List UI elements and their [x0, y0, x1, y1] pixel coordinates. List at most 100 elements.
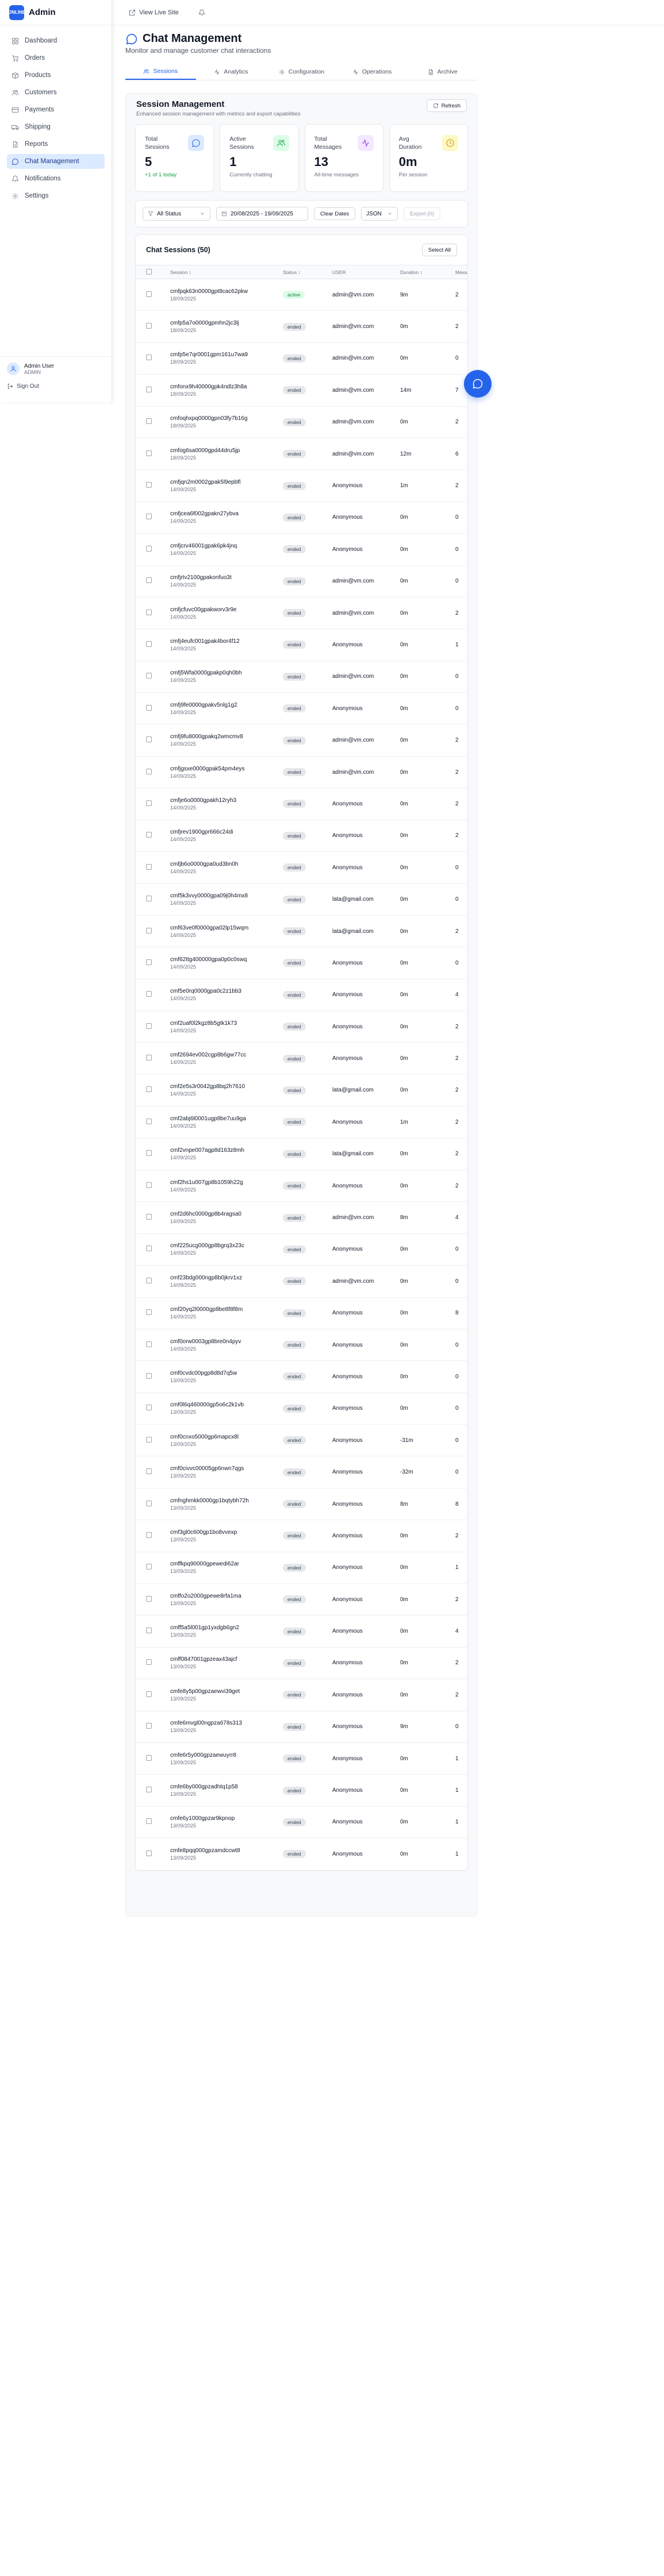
- table-row[interactable]: cmfj5Wfa0000gpakp0qh0bh 14/09/2025 ended ad…: [136, 661, 467, 693]
- row-checkbox[interactable]: [146, 545, 152, 552]
- row-checkbox[interactable]: [146, 1691, 152, 1697]
- header-session[interactable]: Session ↕: [170, 265, 283, 279]
- table-row[interactable]: cmfonx9h40000gpk4ndlz3h8a 18/09/2025 ended…: [136, 374, 467, 407]
- row-checkbox[interactable]: [146, 1055, 152, 1061]
- row-checkbox[interactable]: [146, 1532, 152, 1538]
- row-checkbox[interactable]: [146, 1500, 152, 1506]
- row-checkbox[interactable]: [146, 800, 152, 806]
- sidebar-item-dashboard[interactable]: Dashboard: [7, 33, 105, 48]
- row-checkbox[interactable]: [146, 1628, 152, 1634]
- table-row[interactable]: cmf20yq2l0000gp8be8f8f8m 14/09/2025 ended A…: [136, 1297, 467, 1329]
- row-checkbox[interactable]: [146, 863, 152, 870]
- row-checkbox[interactable]: [146, 1659, 152, 1665]
- format-select[interactable]: JSON: [361, 207, 398, 221]
- table-row[interactable]: cmff5a5l001gp1yxdgb6gn2 13/09/2025 ended An…: [136, 1615, 467, 1648]
- table-row[interactable]: cmfe6mvgl00ngpza678s313 13/09/2025 ended An…: [136, 1711, 467, 1743]
- sidebar-item-settings[interactable]: Settings: [7, 188, 105, 203]
- tab-operations[interactable]: Operations: [337, 64, 408, 80]
- tab-analytics[interactable]: Analytics: [196, 64, 267, 80]
- row-checkbox[interactable]: [146, 1023, 152, 1029]
- table-row[interactable]: cmfjgsxe0000gpak54pm4eys 14/09/2025 ended a…: [136, 756, 467, 789]
- tab-sessions[interactable]: Sessions: [125, 64, 196, 80]
- table-row[interactable]: cmf225ucg000gp8bgrq3x23c 14/09/2025 ended A…: [136, 1233, 467, 1266]
- status-select[interactable]: All Status: [143, 207, 210, 221]
- sidebar-item-notifications[interactable]: Notifications: [7, 171, 105, 186]
- bell-icon[interactable]: [198, 9, 205, 16]
- row-checkbox[interactable]: [146, 482, 152, 488]
- row-checkbox[interactable]: [146, 1214, 152, 1220]
- header-messages[interactable]: Messages: [455, 265, 467, 279]
- row-checkbox[interactable]: [146, 1150, 152, 1156]
- row-checkbox[interactable]: [146, 704, 152, 711]
- row-checkbox[interactable]: [146, 1818, 152, 1825]
- row-checkbox[interactable]: [146, 768, 152, 774]
- table-row[interactable]: cmfjrtv2100gpakonfuo3t 14/09/2025 ended adm…: [136, 565, 467, 597]
- select-all-checkbox[interactable]: [146, 268, 152, 275]
- table-row[interactable]: cmfnghmkk0000gp1bqtybh72h 13/09/2025 ended…: [136, 1488, 467, 1521]
- row-checkbox[interactable]: [146, 896, 152, 902]
- date-range-picker[interactable]: 20/08/2025 - 19/09/2025: [216, 207, 308, 221]
- table-row[interactable]: cmf2uaf0l2kgz8b5gtk1k73 14/09/2025 ended An…: [136, 1011, 467, 1043]
- row-checkbox[interactable]: [146, 291, 152, 297]
- table-row[interactable]: cmfj4eufc001gpak4bor4f12 14/09/2025 ended A…: [136, 628, 467, 661]
- sidebar-item-payments[interactable]: Payments: [7, 102, 105, 117]
- table-row[interactable]: cmfe6r5y000gpzaewuyrr8 13/09/2025 ended Ano…: [136, 1742, 467, 1775]
- table-row[interactable]: cmffkpq90000gpewedi62ar 13/09/2025 ended An…: [136, 1552, 467, 1584]
- table-row[interactable]: cmff0847001gpzeax43ajcf 13/09/2025 ended An…: [136, 1647, 467, 1680]
- row-checkbox[interactable]: [146, 991, 152, 997]
- table-row[interactable]: cmf0l6q460000gp5o6c2k1vb 13/09/2025 ended A…: [136, 1393, 467, 1425]
- table-row[interactable]: cmf2hs1u007gp8b1059h22g 14/09/2025 ended An…: [136, 1170, 467, 1202]
- row-checkbox[interactable]: [146, 1341, 152, 1347]
- table-row[interactable]: cmfjrev1900gpr666c24di 14/09/2025 ended Ano…: [136, 820, 467, 853]
- view-live-site-link[interactable]: View Live Site: [129, 9, 179, 16]
- table-row[interactable]: cmfjqn2m0002gpak5l9epbfl 14/09/2025 ended A…: [136, 469, 467, 502]
- sidebar-item-chat-management[interactable]: Chat Management: [7, 154, 105, 169]
- table-row[interactable]: cmf2d6hc0000gp8b4ragsa0 14/09/2025 ended ad…: [136, 1201, 467, 1234]
- row-checkbox[interactable]: [146, 1723, 152, 1729]
- row-checkbox[interactable]: [146, 1309, 152, 1316]
- row-checkbox[interactable]: [146, 959, 152, 965]
- row-checkbox[interactable]: [146, 1595, 152, 1602]
- row-checkbox[interactable]: [146, 514, 152, 520]
- table-row[interactable]: cmfpqk63n0000gpt8cac62pkw 18/09/2025 activ…: [136, 279, 467, 311]
- table-row[interactable]: cmf0civvc00005gp6nwn7qgs 13/09/2025 ended A…: [136, 1456, 467, 1488]
- table-row[interactable]: cmf2694ev002cgp8b6gw77cc 14/09/2025 ended A…: [136, 1042, 467, 1075]
- sidebar-item-shipping[interactable]: Shipping: [7, 119, 105, 134]
- table-row[interactable]: cmf2e5s3r0042gp8bq2h7610 14/09/2025 ended l…: [136, 1074, 467, 1107]
- table-row[interactable]: cmfoqhxpq0000gpn03fy7b16g 18/09/2025 ended…: [136, 406, 467, 438]
- row-checkbox[interactable]: [146, 736, 152, 743]
- sign-out-button[interactable]: Sign Out: [7, 383, 105, 390]
- table-row[interactable]: cmfp5e7qr0001gpm161u7wa9 18/09/2025 ended a…: [136, 342, 467, 375]
- table-row[interactable]: cmf0orw0003gp8bre0n4pyv 14/09/2025 ended An…: [136, 1329, 467, 1362]
- row-checkbox[interactable]: [146, 1118, 152, 1124]
- table-row[interactable]: cmfjcea6f002gpakn27ybva 14/09/2025 ended An…: [136, 502, 467, 534]
- table-row[interactable]: cmfjcrv46001gpak6pk4jnq 14/09/2025 ended An…: [136, 533, 467, 566]
- table-row[interactable]: cmf5k3vvy0000gpa09j0h4mx8 14/09/2025 ended…: [136, 883, 467, 916]
- row-checkbox[interactable]: [146, 1564, 152, 1570]
- row-checkbox[interactable]: [146, 1787, 152, 1793]
- row-checkbox[interactable]: [146, 673, 152, 679]
- table-row[interactable]: cmfe6y1000gpzar9kpnop 13/09/2025 ended Anon…: [136, 1806, 467, 1839]
- table-row[interactable]: cmf0cnxo5000gp6mapcx8l 13/09/2025 ended Ano…: [136, 1424, 467, 1457]
- tab-archive[interactable]: Archive: [407, 64, 478, 80]
- row-checkbox[interactable]: [146, 641, 152, 647]
- table-row[interactable]: cmf0cvdc00pgp8d8d7q5w 13/09/2025 ended Anon…: [136, 1360, 467, 1393]
- select-all-button[interactable]: Select All: [421, 244, 457, 256]
- row-checkbox[interactable]: [146, 1182, 152, 1188]
- export-button[interactable]: Export (0): [404, 207, 440, 220]
- table-row[interactable]: cmf63ve0f0000gpa02lp15wqm 14/09/2025 ended…: [136, 915, 467, 948]
- row-checkbox[interactable]: [146, 1436, 152, 1443]
- table-row[interactable]: cmfj9fe0000gpakv5nlg1g2 14/09/2025 ended An…: [136, 692, 467, 725]
- table-row[interactable]: cmffo2o2000gpewe8rfa1ma 13/09/2025 ended An…: [136, 1583, 467, 1616]
- table-row[interactable]: cmfog6sa0000gpd44dru5jp 18/09/2025 ended ad…: [136, 438, 467, 471]
- row-checkbox[interactable]: [146, 1754, 152, 1761]
- row-checkbox[interactable]: [146, 832, 152, 838]
- header-duration[interactable]: Duration ↕: [400, 265, 455, 279]
- chat-widget-button[interactable]: [464, 370, 492, 398]
- row-checkbox[interactable]: [146, 577, 152, 584]
- sidebar-item-reports[interactable]: Reports: [7, 137, 105, 152]
- row-checkbox[interactable]: [146, 1086, 152, 1093]
- table-row[interactable]: cmf2vnpe007agp8d163z8mh 14/09/2025 ended la…: [136, 1138, 467, 1170]
- table-row[interactable]: cmf3gl0c600gp1bo8vvexp 13/09/2025 ended Ano…: [136, 1520, 467, 1552]
- table-row[interactable]: cmf2abj6l0001ugp8be7uu9ga 14/09/2025 ended…: [136, 1106, 467, 1139]
